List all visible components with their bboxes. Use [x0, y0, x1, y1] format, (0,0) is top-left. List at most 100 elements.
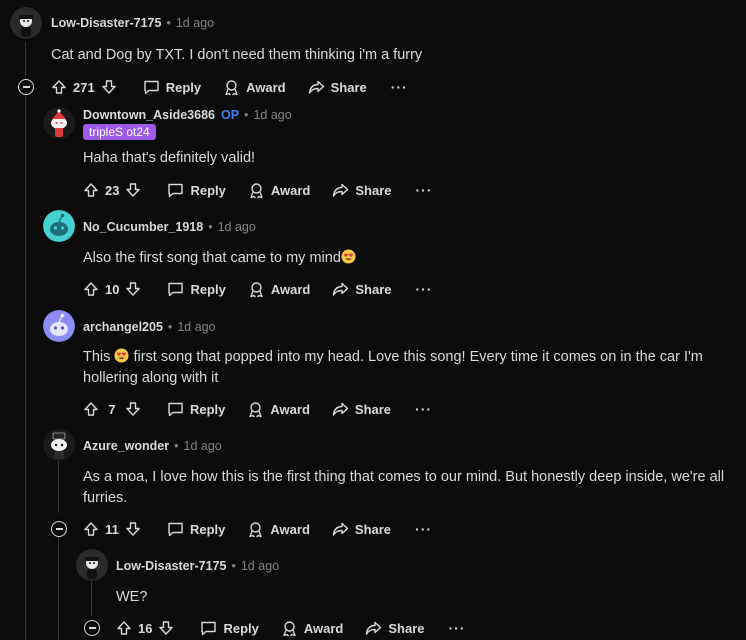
comment-text-content: first song that popped into my head. Lov…: [83, 349, 703, 386]
comment-bubble-icon: [168, 183, 184, 198]
comment-actions: 23 Reply Award Share ···: [83, 178, 433, 202]
award-button[interactable]: Award: [247, 521, 310, 538]
avatar[interactable]: [10, 7, 42, 39]
comment-text: Cat and Dog by TXT. I don't need them th…: [51, 47, 423, 63]
snoo-avatar-robot-icon: [43, 429, 75, 461]
award-button[interactable]: Award: [248, 281, 311, 298]
avatar[interactable]: [43, 210, 75, 242]
upvote-icon[interactable]: [116, 620, 132, 636]
downvote-icon[interactable]: [158, 620, 174, 636]
more-options-button[interactable]: ···: [449, 620, 466, 636]
share-button[interactable]: Share: [332, 182, 392, 198]
comment-text: Also the first song that came to my mind: [83, 248, 356, 269]
comment-actions: 16 Reply Award Share ···: [116, 616, 466, 640]
username[interactable]: archangel205: [83, 320, 163, 334]
upvote-icon[interactable]: [51, 79, 67, 95]
reply-button[interactable]: Reply: [167, 521, 225, 537]
upvote-icon[interactable]: [83, 182, 99, 198]
vote-score: 7: [108, 401, 116, 417]
downvote-icon[interactable]: [125, 182, 141, 198]
reply-button[interactable]: Reply: [143, 79, 201, 95]
vote-score: 10: [105, 281, 120, 297]
more-options-button[interactable]: ···: [415, 401, 432, 417]
share-arrow-icon: [332, 402, 349, 416]
thread-line[interactable]: [25, 95, 26, 640]
more-options-button[interactable]: ···: [415, 521, 432, 537]
collapse-thread-button[interactable]: [18, 79, 34, 95]
timestamp[interactable]: 1d ago: [253, 108, 291, 122]
snoo-avatar-dark-icon: [76, 549, 108, 581]
downvote-icon[interactable]: [125, 401, 141, 417]
more-options-button[interactable]: ···: [416, 281, 433, 297]
award-button[interactable]: Award: [223, 79, 286, 96]
award-label: Award: [270, 281, 311, 297]
share-arrow-icon: [366, 621, 382, 635]
timestamp[interactable]: 1d ago: [218, 220, 256, 234]
award-button[interactable]: Award: [247, 401, 310, 418]
reply-label: Reply: [190, 401, 226, 417]
more-options-button[interactable]: ···: [416, 182, 433, 198]
award-button[interactable]: Award: [281, 620, 343, 637]
separator-dot: •: [174, 439, 179, 453]
separator-dot: •: [231, 559, 236, 573]
separator-dot: •: [208, 220, 213, 234]
reply-button[interactable]: Reply: [167, 182, 226, 198]
award-label: Award: [246, 79, 286, 95]
timestamp[interactable]: 1d ago: [241, 559, 279, 573]
username[interactable]: Azure_wonder: [83, 439, 169, 453]
comment-text: This first song that popped into my head…: [83, 347, 723, 389]
vote-group: 7: [83, 401, 141, 417]
upvote-icon[interactable]: [83, 401, 99, 417]
share-button[interactable]: Share: [308, 79, 367, 95]
vote-group: 16: [116, 620, 174, 636]
comment-meta: Low-Disaster-7175 • 1d ago: [51, 16, 214, 30]
avatar[interactable]: [43, 107, 75, 139]
reply-button[interactable]: Reply: [167, 401, 225, 417]
avatar[interactable]: [76, 549, 108, 581]
share-button[interactable]: Share: [332, 401, 391, 417]
reply-label: Reply: [165, 79, 202, 95]
snoo-avatar-santa-icon: [43, 107, 75, 139]
timestamp[interactable]: 1d ago: [184, 439, 222, 453]
upvote-icon[interactable]: [83, 281, 99, 297]
share-button[interactable]: Share: [332, 521, 391, 537]
username[interactable]: Low-Disaster-7175: [116, 559, 226, 573]
award-label: Award: [270, 401, 310, 417]
comment-bubble-icon: [168, 282, 184, 297]
vote-group: 10: [83, 281, 141, 297]
timestamp[interactable]: 1d ago: [176, 16, 214, 30]
username[interactable]: Downtown_Aside3686: [83, 108, 215, 122]
share-label: Share: [355, 281, 392, 297]
thread-line[interactable]: [58, 537, 59, 640]
vote-score: 11: [105, 521, 119, 537]
thread-line[interactable]: [25, 42, 26, 76]
downvote-icon[interactable]: [101, 79, 117, 95]
reply-label: Reply: [223, 620, 259, 636]
reply-button[interactable]: Reply: [200, 620, 259, 636]
downvote-icon[interactable]: [125, 281, 141, 297]
more-options-button[interactable]: ···: [391, 79, 408, 95]
reply-button[interactable]: Reply: [167, 281, 226, 297]
separator-dot: •: [244, 108, 249, 122]
comment-text-content: Also the first song that came to my mind: [83, 250, 341, 266]
share-button[interactable]: Share: [332, 281, 392, 297]
award-icon: [225, 79, 238, 95]
vote-group: 11: [83, 521, 141, 537]
comment-actions: 10 Reply Award Share ···: [83, 277, 433, 301]
comment-bubble-icon: [201, 621, 217, 636]
upvote-icon[interactable]: [83, 521, 99, 537]
username[interactable]: Low-Disaster-7175: [51, 16, 161, 30]
share-button[interactable]: Share: [365, 620, 425, 636]
vote-group: 23: [83, 182, 141, 198]
collapse-thread-button[interactable]: [51, 521, 67, 537]
avatar[interactable]: [43, 429, 75, 461]
thread-line[interactable]: [91, 580, 92, 616]
collapse-thread-button[interactable]: [84, 620, 100, 636]
award-button[interactable]: Award: [248, 182, 310, 199]
avatar[interactable]: [43, 310, 75, 342]
timestamp[interactable]: 1d ago: [177, 320, 215, 334]
award-icon: [249, 521, 263, 537]
username[interactable]: No_Cucumber_1918: [83, 220, 203, 234]
downvote-icon[interactable]: [125, 521, 141, 537]
share-arrow-icon: [333, 282, 349, 296]
